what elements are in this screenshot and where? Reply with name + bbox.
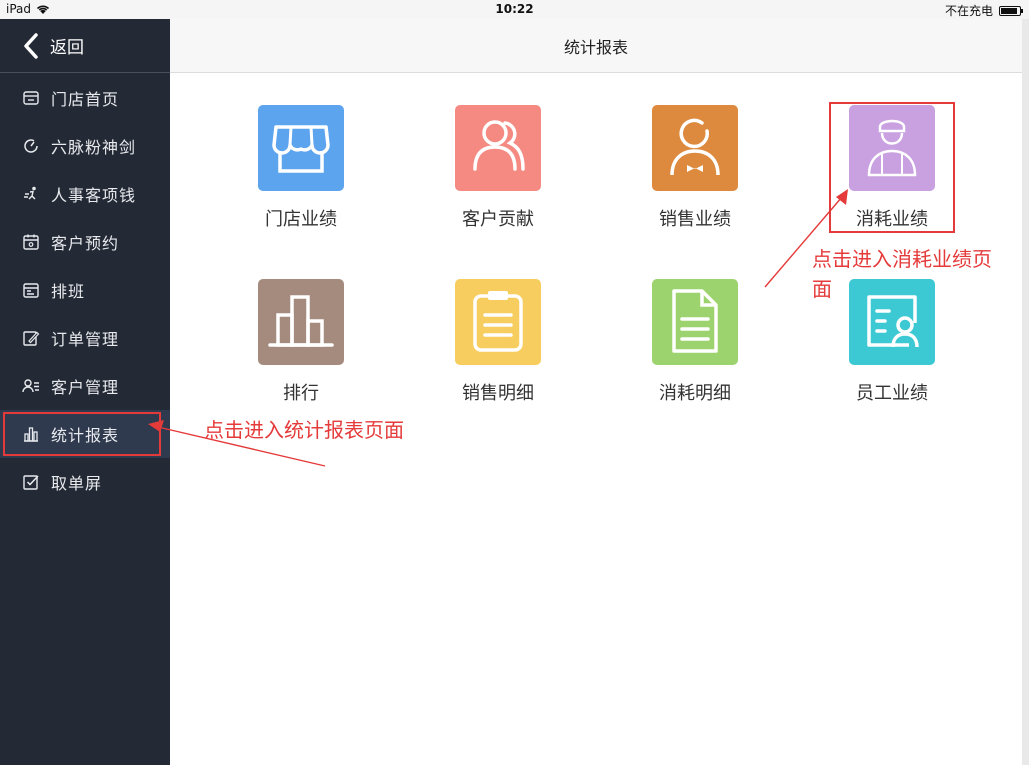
arrow-head [148,420,164,432]
annotation-arrows [148,189,848,467]
annotation-tile-note-1: 点击进入消耗业绩页 [812,247,992,271]
arrow-line [764,196,843,288]
annotation-sidebar-note: 点击进入统计报表页面 [204,418,404,442]
annotation-tile-note-2: 面 [812,277,832,301]
